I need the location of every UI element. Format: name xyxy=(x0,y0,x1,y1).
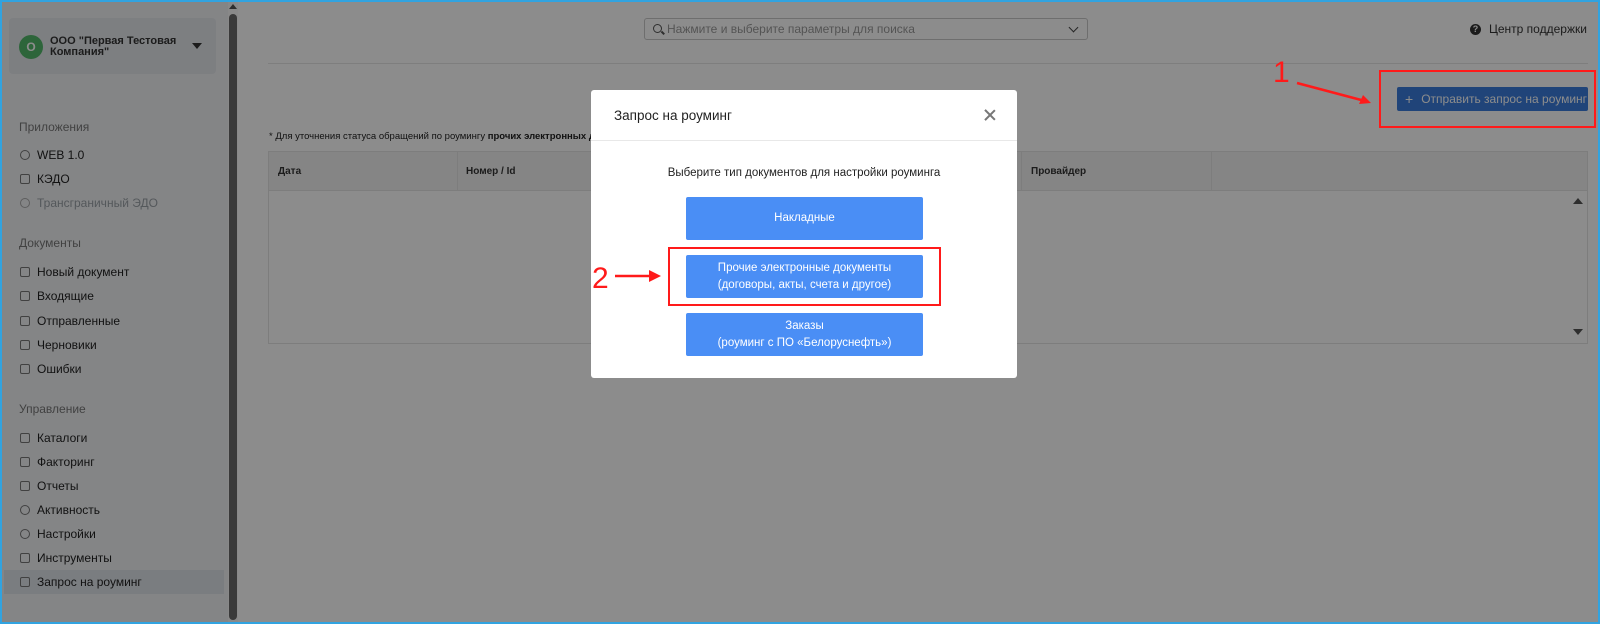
annotation-box-step2 xyxy=(668,247,941,306)
close-icon[interactable] xyxy=(983,108,997,122)
orders-button[interactable]: Заказы (роуминг с ПО «Белоруснефть») xyxy=(686,313,923,356)
invoices-button-label: Накладные xyxy=(774,212,835,224)
modal-divider xyxy=(591,140,1017,141)
annotation-box-step1 xyxy=(1379,70,1596,128)
roaming-request-modal: Запрос на роуминг Выберите тип документо… xyxy=(591,90,1017,378)
modal-subtitle: Выберите тип документов для настройки ро… xyxy=(667,167,941,179)
annotation-number-1: 1 xyxy=(1273,56,1290,89)
annotation-arrow-1 xyxy=(1296,81,1371,104)
annotation-arrow-2 xyxy=(615,270,661,282)
orders-label: Заказы xyxy=(785,319,824,332)
annotation-number-2: 2 xyxy=(592,262,609,295)
modal-title: Запрос на роуминг xyxy=(614,108,732,123)
orders-sublabel: (роуминг с ПО «Белоруснефть») xyxy=(717,336,892,349)
invoices-button[interactable]: Накладные xyxy=(686,197,923,240)
